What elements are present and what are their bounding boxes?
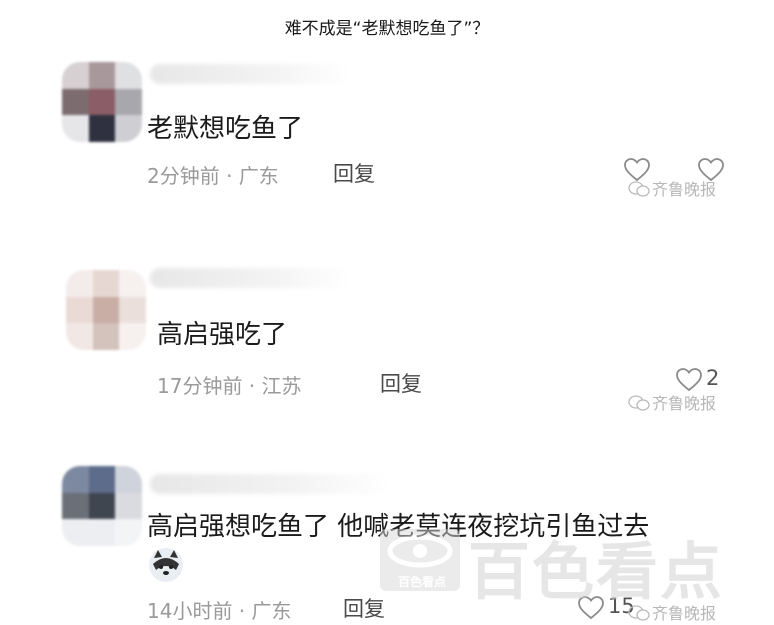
avatar-mosaic-cell [62, 519, 89, 546]
avatar[interactable] [62, 466, 142, 546]
avatar-mosaic-cell [88, 492, 116, 520]
like-count: 2 [706, 366, 720, 390]
avatar-mosaic-cell [92, 296, 120, 324]
headline: 难不成是“老默想吃鱼了”？ [284, 19, 490, 39]
eye-logo-icon [387, 534, 453, 568]
heart-icon[interactable] [676, 368, 702, 392]
watermark: 齐鲁晚报 [628, 390, 716, 414]
brand-logo-icon: 百色看点 [380, 529, 460, 591]
avatar-mosaic-cell [62, 466, 89, 493]
avatar-mosaic-cell [62, 492, 89, 520]
avatar-mosaic-cell [88, 115, 116, 142]
avatar-mosaic-cell [119, 270, 146, 297]
watermark: 齐鲁晚报 [628, 176, 716, 200]
comment-text: 高启强吃了 [157, 320, 288, 350]
comment-time-location: 2分钟前 · 广东 [147, 164, 279, 188]
avatar-mosaic-cell [62, 115, 89, 142]
avatar-mosaic-cell [66, 296, 93, 324]
avatar-mosaic-cell [88, 88, 116, 116]
reply-button[interactable]: 回复 [333, 158, 375, 188]
avatar-mosaic-cell [62, 88, 89, 116]
avatar-mosaic-cell [115, 115, 142, 142]
comment-text: 老默想吃鱼了 [147, 114, 304, 144]
avatar-mosaic-cell [92, 270, 120, 297]
avatar-mosaic-cell [115, 519, 142, 546]
avatar-mosaic-cell [119, 323, 146, 350]
comment-time-location: 17分钟前 · 江苏 [157, 374, 302, 398]
avatar-mosaic-cell [62, 62, 89, 89]
avatar-mosaic-cell [88, 466, 116, 493]
husky-emoji-icon [149, 548, 183, 582]
reply-button[interactable]: 回复 [380, 368, 422, 398]
username-blurred [150, 64, 350, 84]
brand-name: 百色看点 [468, 535, 725, 608]
avatar-mosaic-cell [66, 323, 93, 350]
avatar-mosaic-cell [92, 323, 120, 350]
avatar-mosaic-cell [119, 296, 146, 324]
brand-logo-text: 百色看点 [397, 575, 446, 589]
avatar-mosaic-cell [88, 62, 116, 89]
wechat-icon [628, 395, 650, 411]
avatar[interactable] [62, 62, 142, 142]
username-blurred [150, 268, 350, 288]
avatar-mosaic-cell [115, 466, 142, 493]
comment-time-location: 14小时前 · 广东 [147, 599, 292, 623]
wechat-icon [628, 181, 650, 197]
avatar-mosaic-cell [66, 270, 93, 297]
reply-button[interactable]: 回复 [343, 593, 385, 623]
avatar-mosaic-cell [115, 88, 142, 116]
avatar-mosaic-cell [115, 492, 142, 520]
username-blurred [150, 474, 390, 494]
avatar-mosaic-cell [115, 62, 142, 89]
avatar[interactable] [66, 270, 146, 350]
brand-watermark: 百色看点 百色看点 [372, 523, 762, 608]
avatar-mosaic-cell [88, 519, 116, 546]
